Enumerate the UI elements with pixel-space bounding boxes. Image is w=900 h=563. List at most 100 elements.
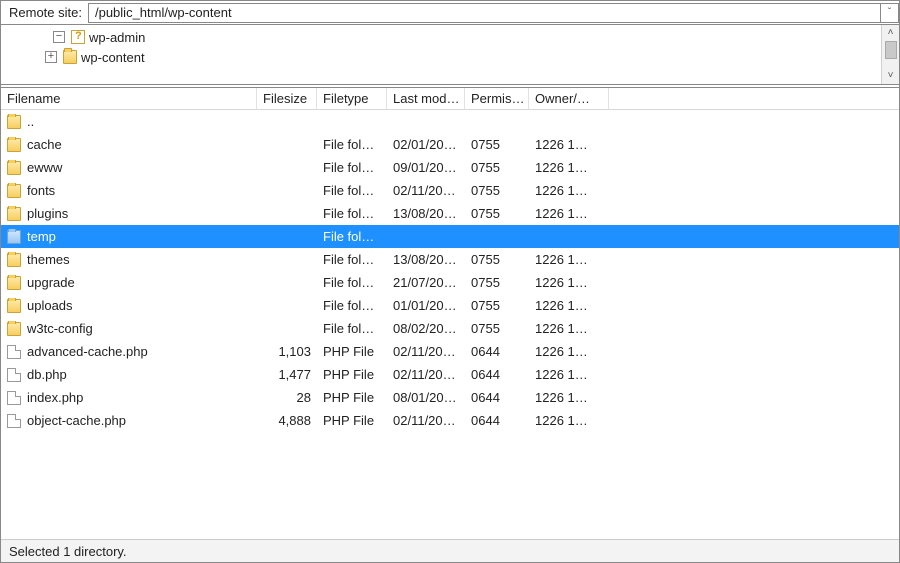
file-modified: 21/07/20…: [387, 275, 465, 290]
file-name: ..: [27, 114, 34, 129]
file-row[interactable]: cacheFile fol…02/01/20…07551226 1…: [1, 133, 899, 156]
expander-minus-icon[interactable]: −: [53, 31, 65, 43]
file-modified: 02/01/20…: [387, 137, 465, 152]
file-type: File fol…: [317, 321, 387, 336]
file-name: db.php: [27, 367, 67, 382]
file-modified: 09/01/20…: [387, 160, 465, 175]
tree-item-label: wp-admin: [89, 30, 145, 45]
folder-icon: [7, 299, 21, 313]
remote-path-input[interactable]: [88, 3, 881, 23]
file-type: File fol…: [317, 275, 387, 290]
file-modified: 13/08/20…: [387, 252, 465, 267]
file-permissions: 0644: [465, 344, 529, 359]
header-owner[interactable]: Owner/…: [529, 88, 609, 109]
file-row[interactable]: plugins File fol…13/08/20…07551226 1…: [1, 202, 899, 225]
remote-path-dropdown[interactable]: ˇ: [881, 3, 899, 23]
file-type: PHP File: [317, 413, 387, 428]
unknown-icon: [71, 30, 85, 44]
remote-path-label: Remote site:: [1, 5, 88, 20]
file-icon: [7, 391, 21, 405]
folder-icon: [7, 230, 21, 244]
file-permissions: 0755: [465, 298, 529, 313]
file-modified: 01/01/20…: [387, 298, 465, 313]
file-row[interactable]: tempFile fol…: [1, 225, 899, 248]
tree-scrollbar[interactable]: ˄ ˅: [881, 25, 899, 84]
file-permissions: 0755: [465, 137, 529, 152]
scroll-up-icon[interactable]: ˄: [888, 25, 894, 41]
file-owner: 1226 1…: [529, 367, 609, 382]
file-owner: 1226 1…: [529, 298, 609, 313]
file-permissions: 0644: [465, 390, 529, 405]
file-name: themes: [27, 252, 70, 267]
file-row[interactable]: object-cache.php4,888PHP File02/11/20…06…: [1, 409, 899, 432]
header-permissions[interactable]: Permis…: [465, 88, 529, 109]
file-row[interactable]: fonts File fol…02/11/20…07551226 1…: [1, 179, 899, 202]
file-owner: 1226 1…: [529, 413, 609, 428]
header-filetype[interactable]: Filetype: [317, 88, 387, 109]
file-name: plugins: [27, 206, 68, 221]
header-lastmod[interactable]: Last mod…: [387, 88, 465, 109]
file-modified: 13/08/20…: [387, 206, 465, 221]
remote-tree: − wp-admin + wp-content ˄ ˅: [1, 25, 899, 85]
file-icon: [7, 414, 21, 428]
file-row[interactable]: advanced-cache.php1,103PHP File02/11/20……: [1, 340, 899, 363]
scroll-thumb[interactable]: [885, 41, 897, 59]
file-type: PHP File: [317, 390, 387, 405]
status-bar: Selected 1 directory.: [1, 539, 899, 562]
file-modified: 02/11/20…: [387, 183, 465, 198]
file-permissions: 0755: [465, 252, 529, 267]
file-row[interactable]: db.php1,477PHP File02/11/20…06441226 1…: [1, 363, 899, 386]
tree-item-label: wp-content: [81, 50, 145, 65]
file-size: 28: [257, 390, 317, 405]
folder-icon: [7, 276, 21, 290]
file-name: index.php: [27, 390, 83, 405]
file-modified: 08/02/20…: [387, 321, 465, 336]
file-permissions: 0755: [465, 275, 529, 290]
file-row[interactable]: w3tc-configFile fol…08/02/20…07551226 1…: [1, 317, 899, 340]
header-filename[interactable]: Filename: [1, 88, 257, 109]
file-name: cache: [27, 137, 62, 152]
tree-item-wp-content[interactable]: + wp-content: [1, 47, 881, 67]
file-type: File fol…: [317, 183, 387, 198]
tree-item-wp-admin[interactable]: − wp-admin: [1, 27, 881, 47]
file-modified: 02/11/20…: [387, 367, 465, 382]
file-name: ewww: [27, 160, 62, 175]
file-owner: 1226 1…: [529, 183, 609, 198]
folder-icon: [7, 161, 21, 175]
expander-plus-icon[interactable]: +: [45, 51, 57, 63]
file-row[interactable]: uploads File fol…01/01/20…07551226 1…: [1, 294, 899, 317]
file-icon: [7, 345, 21, 359]
file-rows[interactable]: ..cacheFile fol…02/01/20…07551226 1…ewww…: [1, 110, 899, 538]
file-type: File fol…: [317, 160, 387, 175]
file-type: File fol…: [317, 252, 387, 267]
file-permissions: 0755: [465, 206, 529, 221]
file-modified: 08/01/20…: [387, 390, 465, 405]
file-icon: [7, 368, 21, 382]
file-type: PHP File: [317, 344, 387, 359]
folder-icon: [7, 253, 21, 267]
file-modified: 02/11/20…: [387, 413, 465, 428]
file-owner: 1226 1…: [529, 344, 609, 359]
header-filesize[interactable]: Filesize: [257, 88, 317, 109]
file-row[interactable]: ..: [1, 110, 899, 133]
remote-path-bar: Remote site: ˇ: [1, 1, 899, 25]
file-name: w3tc-config: [27, 321, 93, 336]
file-owner: 1226 1…: [529, 137, 609, 152]
file-name: fonts: [27, 183, 55, 198]
file-row[interactable]: ewwwFile fol…09/01/20…07551226 1…: [1, 156, 899, 179]
file-size: 4,888: [257, 413, 317, 428]
file-size: 1,103: [257, 344, 317, 359]
file-type: File fol…: [317, 229, 387, 244]
file-type: PHP File: [317, 367, 387, 382]
file-type: File fol…: [317, 298, 387, 313]
file-type: File fol…: [317, 206, 387, 221]
file-list: Filename Filesize Filetype Last mod… Per…: [1, 87, 899, 538]
file-row[interactable]: index.php28PHP File08/01/20…06441226 1…: [1, 386, 899, 409]
file-name: uploads: [27, 298, 73, 313]
file-permissions: 0755: [465, 183, 529, 198]
file-size: 1,477: [257, 367, 317, 382]
file-row[interactable]: upgradeFile fol…21/07/20…07551226 1…: [1, 271, 899, 294]
file-owner: 1226 1…: [529, 206, 609, 221]
scroll-down-icon[interactable]: ˅: [888, 68, 894, 84]
file-row[interactable]: themesFile fol…13/08/20…07551226 1…: [1, 248, 899, 271]
